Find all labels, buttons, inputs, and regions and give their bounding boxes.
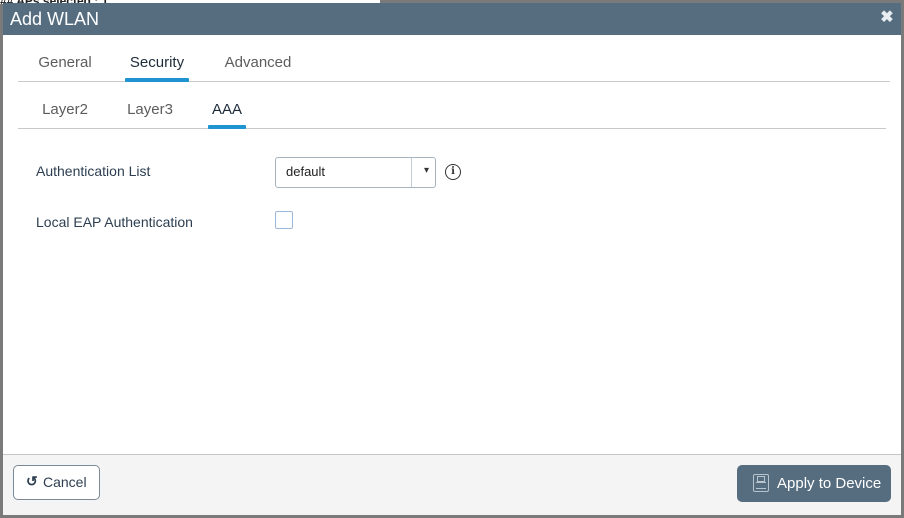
apply-label: Apply to Device (777, 475, 882, 492)
save-icon (753, 474, 769, 492)
apply-to-device-button[interactable]: Apply to Device (737, 465, 891, 502)
dialog-footer: ↺ Cancel Apply to Device (3, 454, 901, 515)
chevron-down-icon: ▾ (423, 165, 429, 176)
authentication-list-select[interactable]: default ▾ (275, 157, 436, 188)
cancel-label: Cancel (43, 474, 87, 490)
add-wlan-dialog: Add WLAN ✖ General Security Advanced Lay… (3, 3, 901, 515)
tab-aaa[interactable]: AAA (208, 82, 246, 129)
dialog-title: Add WLAN (10, 9, 100, 29)
undo-icon: ↺ (26, 473, 38, 489)
dialog-header: Add WLAN ✖ (3, 3, 901, 35)
tab-general[interactable]: General (37, 35, 93, 81)
authentication-list-label: Authentication List (36, 163, 151, 179)
secondary-tabs: Layer2 Layer3 AAA (18, 82, 886, 129)
close-icon[interactable]: ✖ (879, 10, 895, 26)
tab-advanced[interactable]: Advanced (222, 35, 294, 81)
primary-tabs: General Security Advanced (18, 35, 890, 82)
cancel-button[interactable]: ↺ Cancel (13, 465, 100, 500)
select-divider (411, 158, 412, 187)
authentication-list-value: default (286, 164, 326, 179)
info-icon[interactable]: i (445, 164, 461, 180)
tab-security[interactable]: Security (125, 35, 189, 82)
local-eap-label: Local EAP Authentication (36, 214, 193, 230)
local-eap-checkbox[interactable] (275, 211, 293, 229)
tab-layer2[interactable]: Layer2 (41, 82, 89, 128)
tab-layer3[interactable]: Layer3 (126, 82, 174, 128)
